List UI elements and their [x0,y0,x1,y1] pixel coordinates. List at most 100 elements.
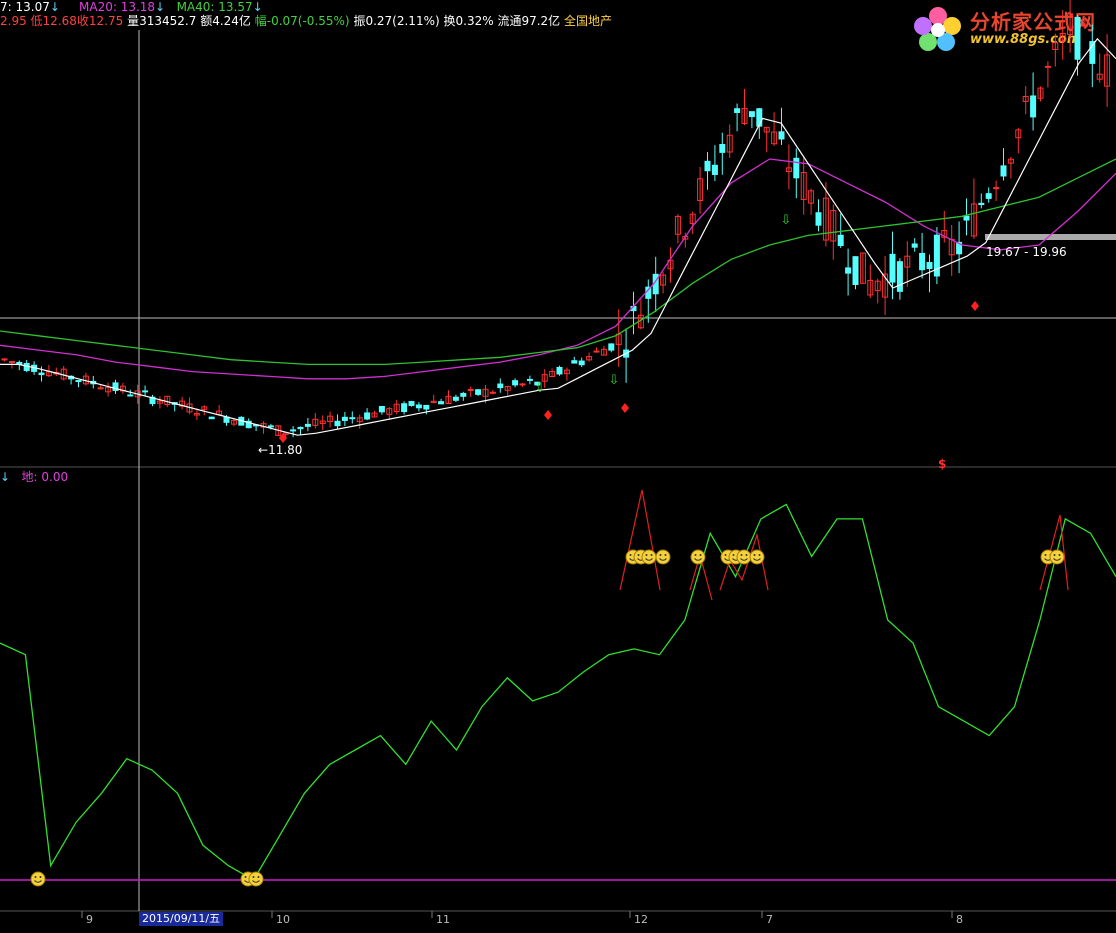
candle-body [401,403,408,413]
candle-body [608,343,615,351]
candle-body [378,405,385,413]
smiley-eye [637,554,640,556]
smiley-eye [724,554,727,556]
candle-body [415,404,422,409]
smiley-icon [248,871,264,887]
candle-body [815,212,822,226]
smiley-eye [740,554,743,556]
candle-body [845,267,852,274]
candle-body [38,372,45,376]
candle-body [8,361,15,364]
candle-body [341,416,348,421]
smiley-eye [694,554,697,556]
candle-body [919,252,926,271]
candle-body [489,391,496,394]
smiley-eye [39,876,42,878]
smiley-face [30,871,46,887]
smiley-eye [745,554,748,556]
candle-body [208,416,215,420]
candle-body [911,243,918,248]
candle-body [408,401,415,406]
smiley-icon [690,549,706,565]
candle-body [297,426,304,430]
smiley-eye [34,876,37,878]
axis-label-8: 8 [956,913,963,926]
candle-body [423,404,430,410]
range-label: 19.67 - 19.96 [986,245,1067,259]
down-signal-icon: ⇩ [535,381,546,396]
candle-body [460,392,467,397]
smiley-eye [629,554,632,556]
candle-body [1,358,8,361]
smiley-eye [252,876,255,878]
smiley-eye [753,554,756,556]
candle-body [1044,65,1051,68]
candle-body [304,423,311,427]
candle-body [719,143,726,153]
candle-body [1030,95,1037,118]
smiley-eye [645,554,648,556]
smiley-icon [736,549,752,565]
indicator-series [0,489,1116,881]
candle-body [704,160,711,172]
smiley-eye [1044,554,1047,556]
smiley-face [655,549,671,565]
candle-body [475,389,482,395]
candle-body [926,262,933,270]
candle-body [793,157,800,179]
axis-label-9: 9 [86,913,93,926]
candle-body [978,202,985,206]
low-price-annotation: ←11.80 [258,443,303,457]
smiley-icon [749,549,765,565]
smiley-icon [655,549,671,565]
buy-signal-icon [621,403,629,413]
candlestick-series [1,0,1111,439]
candle-body [578,360,585,366]
candle-body [711,164,718,175]
smiley-icon [30,871,46,887]
smiley-eye [257,876,260,878]
ma-line-ma40 [0,158,1116,366]
axis-label-7: 7 [766,913,773,926]
candle-body [334,420,341,427]
candle-body [75,380,82,383]
candle-body [349,417,356,420]
down-signal-icon: ⇩ [609,373,620,388]
smiley-icon [1049,549,1065,565]
candle-body [837,234,844,246]
stock-chart[interactable]: ⇩ ⇩ ⇩ [0,0,1116,933]
smiley-eye [758,554,761,556]
candle-body [127,394,134,397]
smiley-face [690,549,706,565]
smiley-eye [659,554,662,556]
candle-body [142,390,149,393]
candle-body [896,261,903,292]
smiley-face [641,549,657,565]
dollar-marker: $ [938,457,947,471]
candle-body [963,215,970,221]
candle-body [985,193,992,199]
candle-body [452,396,459,401]
candle-body [748,111,755,118]
indicator-peak-line [619,489,661,591]
smiley-icon [641,549,657,565]
candle-body [1000,165,1007,177]
candle-body [526,378,533,381]
down-signal-icon: ⇩ [781,213,792,228]
smiley-eye [650,554,653,556]
buy-signal-icon [971,301,979,311]
smiley-eye [664,554,667,556]
indicator-line [0,503,1116,881]
candle-body [1074,16,1081,60]
candle-body [593,350,600,353]
smiley-face [736,549,752,565]
smiley-face [1049,549,1065,565]
candle-body [267,425,274,428]
ma-line-short [0,37,1116,436]
axis-label-12: 12 [634,913,648,926]
buy-signal-icon [544,410,552,420]
smiley-eye [1058,554,1061,556]
smiley-face [248,871,264,887]
candle-body [512,380,519,386]
candle-body [556,366,563,375]
